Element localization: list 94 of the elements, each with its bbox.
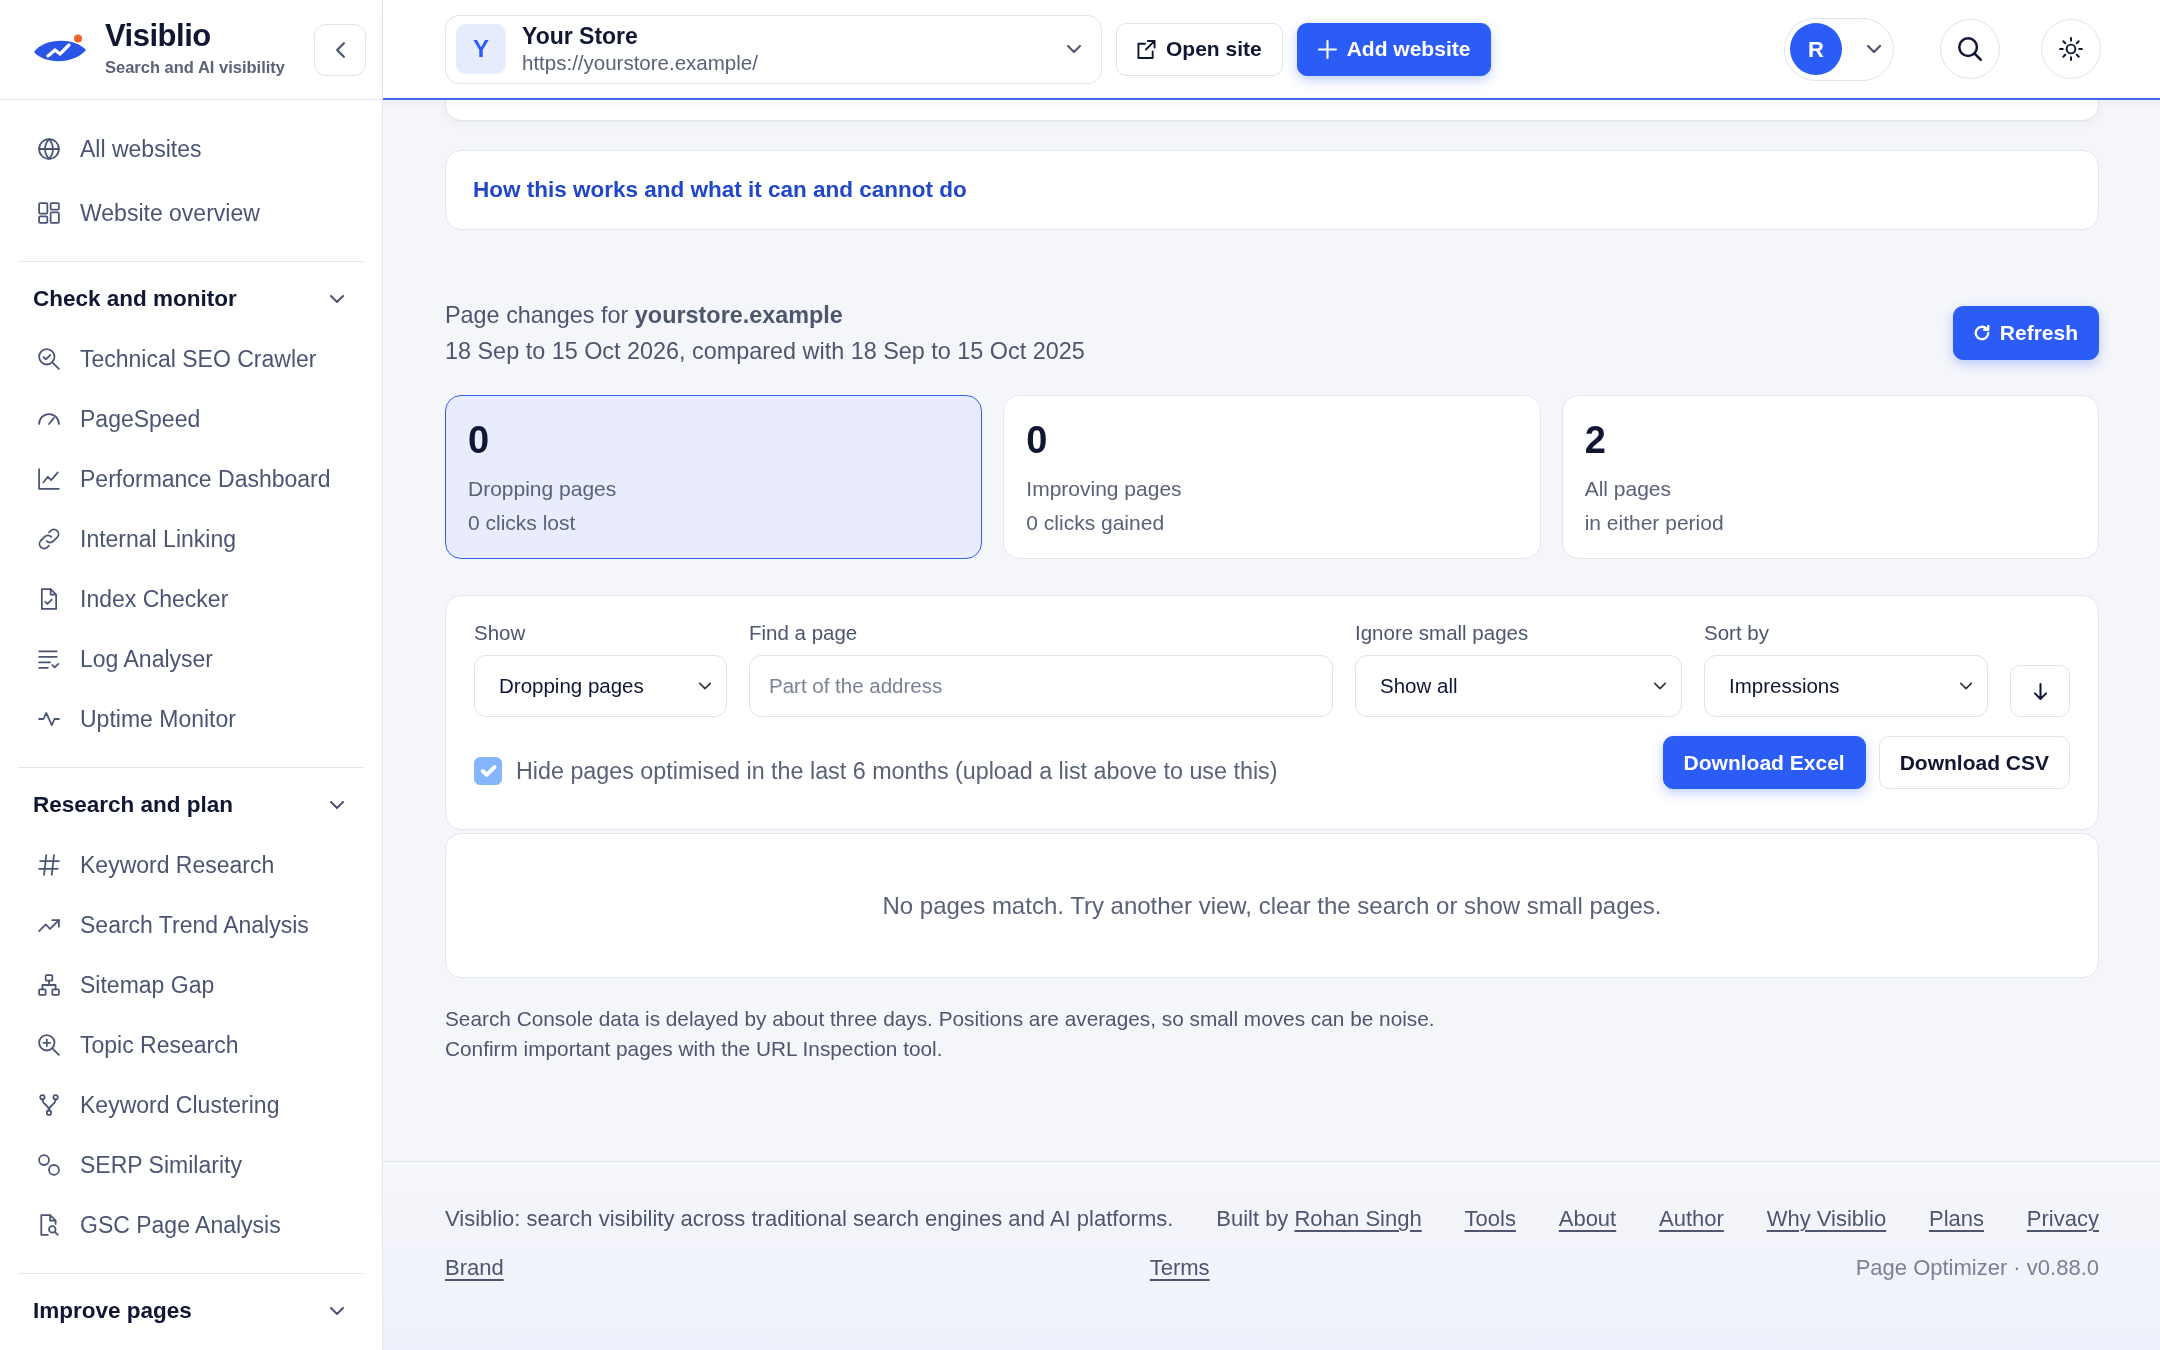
footer-link[interactable]: Privacy (2026, 1201, 2099, 1237)
field-label: Show (474, 620, 527, 646)
footer-link[interactable]: Brand (445, 1250, 504, 1286)
footer-link[interactable]: Plans (1928, 1201, 1984, 1237)
refresh-icon (1973, 325, 1990, 341)
select-field[interactable]: Dropping pages (474, 655, 727, 717)
fork-icon (38, 1094, 60, 1116)
globe-icon (38, 138, 60, 160)
brand-name: Visiblio (105, 19, 212, 54)
sidebar-item[interactable]: Internal Linking (18, 509, 364, 569)
stat-value: 0 (468, 418, 491, 462)
stat-value: 2 (1584, 418, 1607, 462)
sidebar-item[interactable]: Sitemap Gap (18, 955, 364, 1015)
footer-link[interactable]: Why Visiblio (1766, 1201, 1887, 1237)
list-icon (38, 648, 60, 670)
select-field[interactable]: Impressions (1704, 655, 1988, 717)
document-check-icon (38, 588, 60, 610)
account-menu-button[interactable]: R (1784, 17, 1894, 81)
line-chart-icon (38, 468, 60, 490)
stat-card[interactable]: 0 Dropping pages 0 clicks lost (445, 395, 983, 559)
sidebar-item[interactable]: Uptime Monitor (18, 689, 364, 749)
sidebar-item[interactable]: Keyword Research (18, 835, 364, 895)
search-icon (1958, 37, 1982, 61)
stat-label: Improving pages (1026, 476, 1183, 502)
section-header[interactable]: Improve pages (18, 1292, 364, 1330)
external-link-icon (1137, 39, 1156, 59)
sidebar-item[interactable]: PageSpeed (18, 389, 364, 449)
footer-link[interactable]: Author (1659, 1201, 1724, 1237)
sidebar-item[interactable]: Topic Research (18, 1015, 364, 1075)
add-website-button[interactable]: Add website (1296, 22, 1492, 76)
document-search-icon (38, 1214, 60, 1236)
section-header[interactable]: Check and monitor (18, 280, 364, 318)
report-title: Page changes for yourstore.example (445, 301, 844, 330)
site-url: https://yourstore.example/ (522, 50, 758, 76)
stat-detail: 0 clicks gained (1026, 510, 1166, 536)
stat-detail: 0 clicks lost (468, 510, 577, 536)
site-selector[interactable]: Y Your Store https://yourstore.example/ (445, 14, 1102, 84)
site-name: Your Store (522, 22, 639, 51)
chevron-down-icon (1067, 45, 1081, 53)
refresh-button[interactable]: Refresh (1952, 306, 2099, 360)
circles-icon (38, 1154, 60, 1176)
sidebar-item[interactable]: Log Analyser (18, 629, 364, 689)
select-field[interactable]: Show all (1355, 655, 1682, 717)
stat-label: Dropping pages (468, 476, 618, 502)
link-icon (38, 528, 60, 550)
sidebar-item[interactable]: Website overview (18, 183, 364, 243)
stat-label: All pages (1584, 476, 1673, 502)
download-csv-button[interactable]: Download CSV (1878, 736, 2070, 789)
sidebar-item[interactable]: Search Trend Analysis (18, 895, 364, 955)
stat-card[interactable]: 0 Improving pages 0 clicks gained (1003, 395, 1541, 559)
plus-icon (1317, 39, 1337, 59)
report-period: 18 Sep to 15 Oct 2026, compared with 18 Sep to 15 Oct 2025 (445, 337, 1085, 366)
grid-icon (38, 202, 60, 224)
sun-icon (2059, 37, 2083, 61)
sort-direction-button[interactable] (2010, 665, 2070, 717)
search-field[interactable]: Part of the address (749, 655, 1333, 717)
footer-link[interactable]: Terms (1149, 1250, 1210, 1286)
sidebar-item[interactable]: Index Checker (18, 569, 364, 629)
help-link[interactable]: How this works and what it can and cannot do (473, 173, 967, 207)
footer-link[interactable]: Tools (1464, 1201, 1516, 1237)
sidebar-item[interactable]: All websites (18, 119, 364, 179)
user-avatar: R (1790, 23, 1842, 75)
sidebar-item[interactable]: Performance Dashboard (18, 449, 364, 509)
magnifier-check-icon (38, 348, 60, 370)
zoom-in-icon (38, 1034, 60, 1056)
checkbox-label: Hide pages optimised in the last 6 months (upload a list above to use this) (516, 757, 1278, 786)
footnote: Search Console data is delayed by about three days. Positions are averages, so small moves can be noise. (445, 1006, 1436, 1032)
footer-tagline: Visiblio: search visibility across traditional search engines and AI platforms. (445, 1205, 1174, 1233)
chevron-down-icon (1867, 45, 1881, 53)
sidebar-item[interactable]: Technical SEO Crawler (18, 329, 364, 389)
stat-value: 0 (1026, 418, 1049, 462)
section-header[interactable]: Research and plan (18, 786, 364, 824)
credit-text: Built by Rohan Singh (1216, 1205, 1422, 1233)
version-text: Page Optimizer · v0.88.0 (1855, 1254, 2099, 1282)
stat-detail: in either period (1584, 510, 1725, 536)
open-site-button[interactable]: Open site (1116, 22, 1283, 76)
field-label: Ignore small pages (1355, 620, 1530, 646)
brand-tagline: Search and AI visibility (105, 57, 286, 79)
empty-message: No pages match. Try another view, clear the search or show small pages. (882, 890, 1662, 921)
credit-link[interactable]: Rohan Singh (1294, 1206, 1422, 1231)
stat-card[interactable]: 2 All pages in either period (1561, 395, 2099, 559)
arrow-down-icon (2033, 682, 2047, 700)
chevron-left-icon (335, 41, 345, 58)
hash-icon (38, 854, 60, 876)
sidebar-item[interactable]: GSC Page Analysis (18, 1195, 364, 1255)
hierarchy-icon (38, 974, 60, 996)
footer-link[interactable]: About (1558, 1201, 1617, 1237)
sidebar-item[interactable]: Keyword Clustering (18, 1075, 364, 1135)
footnote: Confirm important pages with the URL Inspection tool. (445, 1036, 944, 1062)
field-label: Sort by (1704, 620, 1770, 646)
download-excel-button[interactable]: Download Excel (1662, 736, 1866, 789)
sidebar-item[interactable]: SERP Similarity (18, 1135, 364, 1195)
site-avatar: Y (456, 24, 506, 74)
field-label: Find a page (749, 620, 859, 646)
